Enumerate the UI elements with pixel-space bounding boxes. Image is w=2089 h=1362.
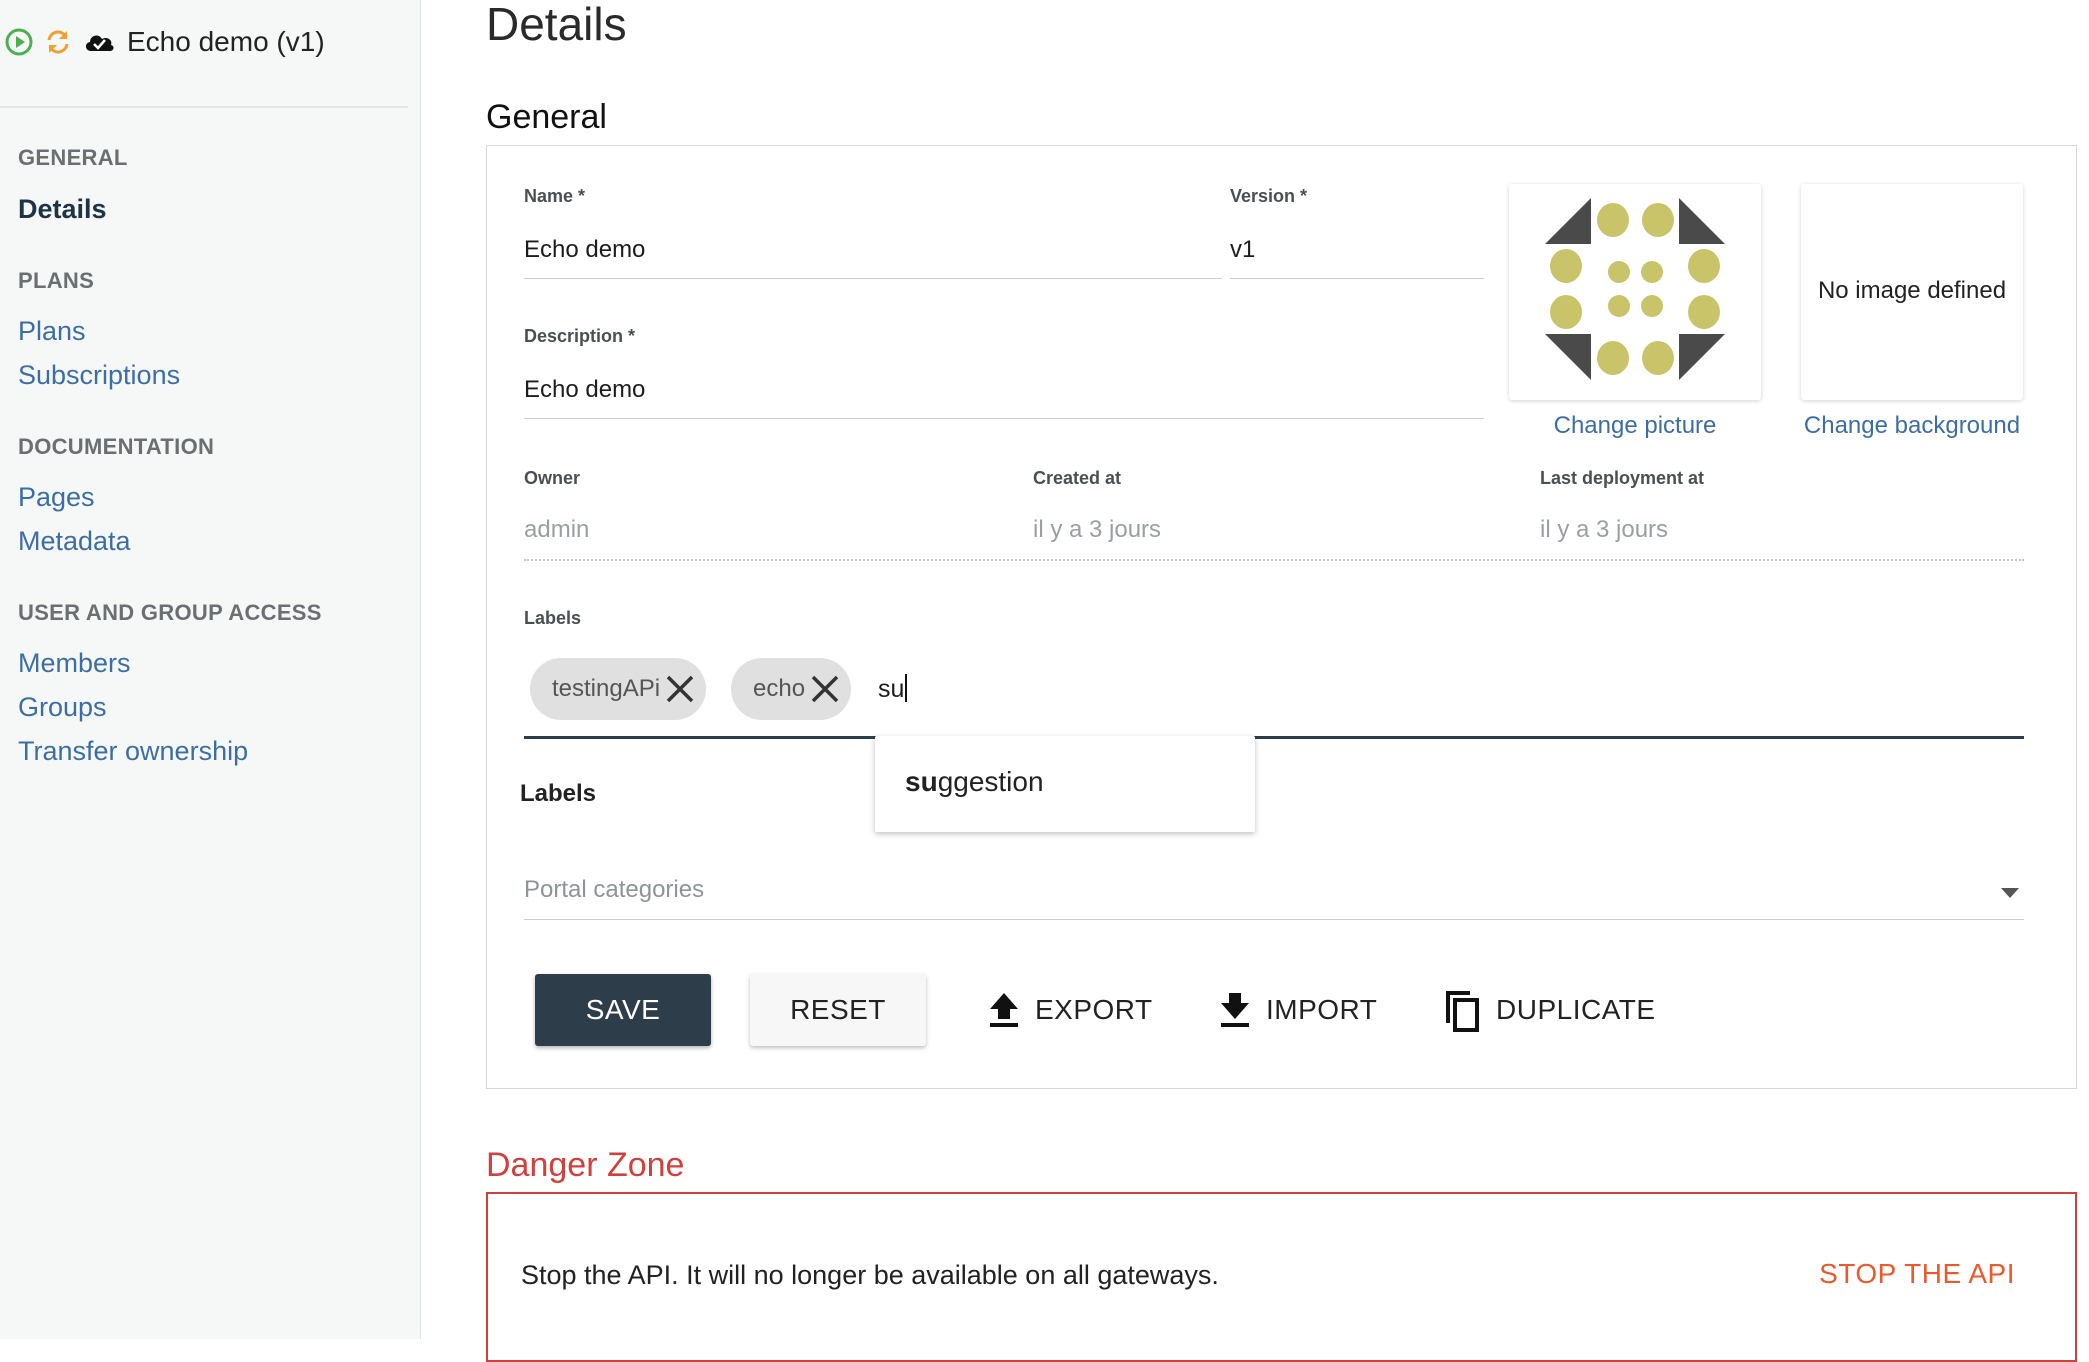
play-circle-icon [4, 27, 34, 57]
sidebar-section-access: USER AND GROUP ACCESS [18, 600, 322, 625]
text-caret [905, 674, 908, 702]
sidebar-divider [0, 106, 408, 108]
last-deployment-label: Last deployment at [1540, 468, 1705, 488]
change-picture-link[interactable]: Change picture [1509, 412, 1761, 440]
sidebar-item-groups[interactable]: Groups [18, 692, 107, 723]
sidebar-item-plans[interactable]: Plans [18, 316, 86, 347]
version-input[interactable]: v1 [1230, 236, 1255, 264]
stop-api-button[interactable]: STOP THE API [1819, 1258, 2015, 1290]
readonly-fields-underline [524, 559, 2024, 561]
version-underline [1230, 278, 1484, 279]
last-deployment-value: il y a 3 jours [1540, 516, 1669, 543]
danger-zone-title: Danger Zone [486, 1146, 685, 1184]
sidebar-item-members[interactable]: Members [18, 648, 131, 679]
reset-button[interactable]: RESET [750, 974, 926, 1046]
general-section-title: General [486, 98, 607, 136]
danger-zone-card: Stop the API. It will no longer be avail… [486, 1192, 2077, 1362]
import-button[interactable]: IMPORT [1218, 974, 1388, 1046]
chevron-down-icon[interactable] [2001, 888, 2019, 898]
label-chip-testingapi: testingAPi [530, 658, 707, 720]
created-at-label: Created at [1033, 468, 1122, 488]
labels-label: Labels [524, 608, 582, 628]
sidebar-item-transfer-ownership[interactable]: Transfer ownership [18, 736, 248, 767]
label-chip-echo: echo [731, 658, 852, 720]
created-at-value: il y a 3 jours [1033, 516, 1162, 543]
duplicate-button[interactable]: DUPLICATE [1442, 974, 1672, 1046]
api-header: Echo demo (v1) [4, 24, 325, 60]
general-card: Name * Echo demo Version * v1 Descriptio… [486, 145, 2077, 1089]
sidebar-section-plans: PLANS [18, 268, 95, 293]
chip-label: testingAPi [552, 675, 661, 702]
main-content: Details General Name * Echo demo Version… [422, 0, 2089, 1362]
sidebar-item-subscriptions[interactable]: Subscriptions [18, 360, 180, 391]
sidebar-section-general: GENERAL [18, 145, 128, 170]
sidebar-section-documentation: DOCUMENTATION [18, 434, 215, 459]
api-background[interactable]: No image defined [1801, 184, 2023, 400]
api-title: Echo demo (v1) [127, 26, 325, 57]
portal-categories-select[interactable]: Portal categories [524, 876, 704, 904]
api-avatar-image [1545, 198, 1725, 380]
change-background-link[interactable]: Change background [1781, 412, 2043, 440]
cloud-check-icon [82, 27, 116, 57]
save-button[interactable]: SAVE [535, 974, 711, 1046]
export-button[interactable]: EXPORT [987, 974, 1157, 1046]
sidebar: Echo demo (v1) GENERAL Details PLANS Pla… [0, 0, 421, 1339]
description-input[interactable]: Echo demo [524, 376, 645, 404]
stop-api-description: Stop the API. It will no longer be avail… [521, 1260, 1219, 1290]
sidebar-item-metadata[interactable]: Metadata [18, 526, 131, 557]
owner-label: Owner [524, 468, 581, 488]
duplicate-label: DUPLICATE [1496, 994, 1656, 1025]
labels-section-title: Labels [520, 780, 597, 807]
no-image-text: No image defined [1817, 277, 2007, 304]
labels-input-underline [524, 736, 2024, 739]
page-title: Details [486, 0, 627, 50]
label-suggestion-panel: suggestion [875, 736, 1255, 832]
owner-value: admin [524, 516, 590, 543]
labels-input[interactable]: su [878, 674, 908, 704]
chip-remove-icon[interactable] [809, 673, 841, 705]
download-icon [1218, 989, 1252, 1031]
upload-icon [987, 989, 1021, 1031]
categories-underline [524, 919, 2024, 920]
sidebar-item-pages[interactable]: Pages [18, 482, 95, 513]
export-label: EXPORT [1035, 994, 1153, 1025]
sidebar-item-details[interactable]: Details [18, 194, 107, 225]
chip-remove-icon[interactable] [664, 673, 696, 705]
version-label: Version * [1230, 186, 1308, 206]
name-underline [524, 278, 1222, 279]
import-label: IMPORT [1266, 994, 1378, 1025]
api-picture[interactable] [1509, 184, 1761, 400]
name-label: Name * [524, 186, 586, 206]
name-input[interactable]: Echo demo [524, 236, 645, 264]
description-label: Description * [524, 326, 636, 346]
copy-icon [1442, 989, 1482, 1032]
suggestion-option[interactable]: suggestion [905, 766, 1044, 798]
description-underline [524, 418, 1484, 419]
chip-label: echo [753, 675, 806, 702]
labels-input-value: su [878, 675, 905, 703]
sync-icon [43, 27, 73, 57]
